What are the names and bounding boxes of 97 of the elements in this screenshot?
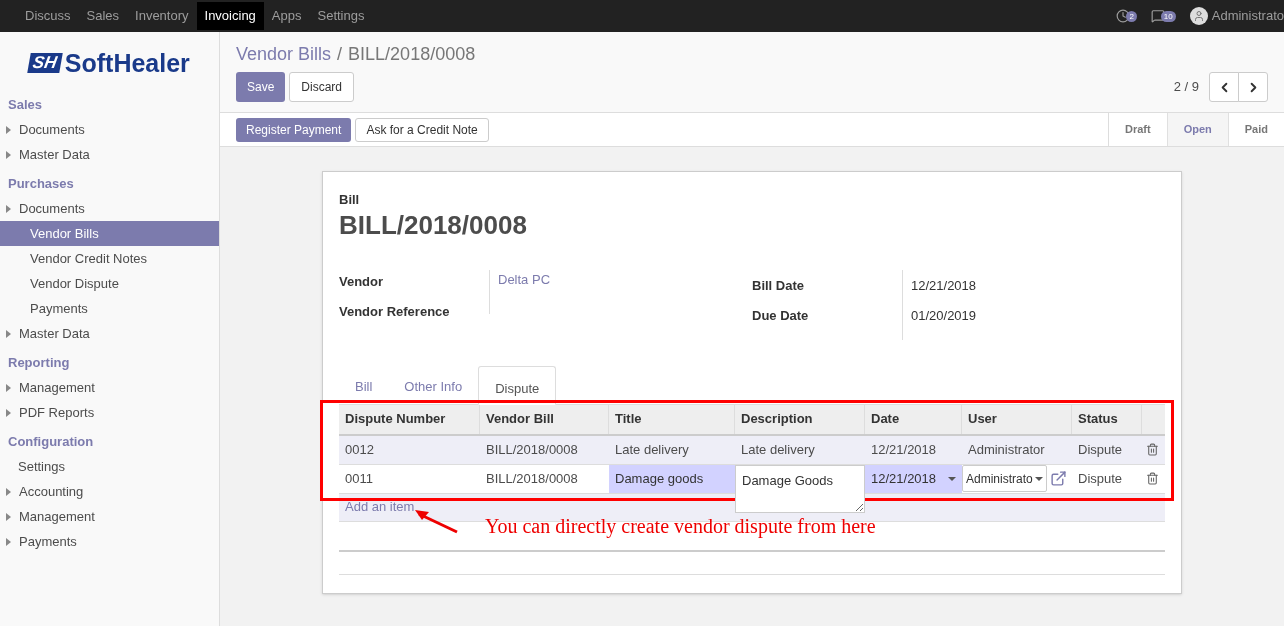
field-label: Vendor	[339, 272, 385, 291]
top-menu-item[interactable]: Invoicing	[196, 2, 264, 30]
notebook-tab[interactable]: Dispute	[478, 365, 557, 405]
status-step[interactable]: Paid	[1227, 113, 1284, 146]
avatar-icon	[1189, 7, 1208, 25]
annotation-text: You can directly create vendor dispute from here	[485, 514, 876, 540]
sidebar-section-title: Sales	[7, 95, 43, 114]
user-menu[interactable]: Administrato	[1211, 6, 1284, 26]
clock-icon	[1116, 9, 1131, 23]
table-cell-text: 0011	[344, 469, 374, 488]
top-menu-item[interactable]: Settings	[309, 2, 373, 30]
sidebar-item[interactable]: Vendor Bills	[0, 221, 219, 246]
sidebar-section-title: Purchases	[7, 174, 75, 193]
sidebar-section-title: Reporting	[7, 353, 71, 372]
arrow-icon	[413, 508, 459, 534]
column-header[interactable]: Status	[1072, 404, 1142, 434]
caret-icon	[6, 512, 11, 521]
bill-number: BILL/2018/0008	[339, 209, 528, 240]
add-item-link[interactable]: Add an item	[345, 497, 415, 517]
top-menu-item[interactable]: Apps	[263, 2, 310, 30]
sheet-label: Bill	[339, 191, 361, 209]
table-cell-text: BILL/2018/0008	[485, 469, 579, 488]
table-cell-text: Administrator	[967, 440, 1046, 459]
sidebar-item[interactable]: Settings	[0, 454, 219, 479]
status-step[interactable]: Open	[1166, 113, 1228, 146]
sidebar-item[interactable]: PDF Reports	[0, 400, 219, 425]
column-header[interactable]: Dispute Number	[339, 404, 480, 434]
caret-icon	[6, 487, 11, 496]
column-header[interactable]: Date	[865, 404, 962, 434]
sidebar-item[interactable]: Vendor Credit Notes	[0, 246, 219, 271]
column-header[interactable]: Title	[609, 404, 735, 434]
user-select[interactable]: Administrato	[962, 465, 1047, 492]
next-button[interactable]	[1238, 72, 1268, 102]
activity-badge: 2	[1126, 10, 1137, 22]
sidebar-item[interactable]: Documents	[0, 196, 219, 221]
caret-icon	[6, 329, 11, 338]
top-menu-item[interactable]: Sales	[78, 2, 128, 30]
sidebar-item[interactable]: Payments	[0, 529, 219, 554]
date-value: 01/20/2019	[911, 307, 977, 325]
table-cell-text: 12/21/2018	[870, 440, 938, 459]
logo-text: SoftHealer	[64, 49, 190, 77]
caret-down-icon	[948, 476, 956, 481]
top-menu-item[interactable]: Discuss	[17, 2, 79, 30]
caret-down-icon	[1034, 476, 1043, 481]
sidebar-item[interactable]: Accounting	[0, 479, 219, 504]
messages-badge: 10	[1160, 10, 1176, 22]
caret-icon	[6, 150, 11, 159]
activity-button[interactable]: 2	[1116, 9, 1137, 23]
discard-button[interactable]: Discard	[289, 72, 355, 102]
description-input[interactable]: Damage Goods	[735, 464, 865, 513]
status-step[interactable]: Draft	[1108, 113, 1167, 146]
table-cell-text: Dispute	[1077, 469, 1124, 488]
table-cell-text: Dispute	[1077, 440, 1124, 459]
trash-icon[interactable]	[1146, 472, 1159, 485]
logo-mark: SH	[27, 53, 63, 73]
sidebar-item[interactable]: Documents	[0, 117, 219, 142]
caret-icon	[6, 537, 11, 546]
column-header[interactable]: Vendor Bill	[480, 404, 609, 434]
messages-button[interactable]: 10	[1150, 9, 1176, 23]
field-label: Due Date	[752, 307, 810, 325]
caret-icon	[6, 408, 11, 417]
sidebar-item[interactable]: Master Data	[0, 321, 219, 346]
notebook-tab[interactable]: Bill	[339, 364, 389, 404]
column-header[interactable]: User	[962, 404, 1072, 434]
caret-icon	[6, 383, 11, 392]
notebook-tab[interactable]: Other Info	[388, 364, 479, 404]
sidebar-item[interactable]: Vendor Dispute	[0, 271, 219, 296]
table-cell-text: BILL/2018/0008	[485, 440, 579, 459]
save-button[interactable]: Save	[236, 72, 286, 102]
caret-icon	[6, 204, 11, 213]
table-cell-text: 0012	[344, 440, 375, 459]
field-label: Bill Date	[752, 276, 805, 295]
action-button[interactable]: Ask for a Credit Note	[355, 117, 489, 142]
date-input[interactable]: 12/21/2018	[865, 464, 962, 493]
vendor-link[interactable]: Delta PC	[498, 269, 551, 289]
breadcrumb-current: BILL/2018/0008	[348, 42, 476, 66]
title-input[interactable]: Damage goods	[609, 464, 735, 493]
column-header[interactable]: Description	[735, 404, 865, 434]
top-menu-item[interactable]: Inventory	[127, 2, 197, 30]
sidebar-section-title: Configuration	[7, 432, 95, 451]
sidebar-item[interactable]: Master Data	[0, 142, 219, 167]
chat-icon	[1150, 9, 1165, 23]
trash-icon[interactable]	[1146, 443, 1159, 456]
sidebar-item[interactable]: Management	[0, 375, 219, 400]
breadcrumb-link[interactable]: Vendor Bills	[236, 40, 332, 68]
previous-button[interactable]	[1209, 72, 1239, 102]
sidebar-item[interactable]: Payments	[0, 296, 219, 321]
external-link-icon[interactable]	[1049, 470, 1067, 487]
table-cell-text: Late delivery	[740, 440, 816, 459]
date-value: 12/21/2018	[911, 276, 977, 295]
breadcrumb-separator: /	[337, 42, 343, 66]
pager-value: 2 / 9	[1173, 78, 1199, 97]
action-button[interactable]: Register Payment	[236, 117, 352, 142]
caret-icon	[6, 125, 11, 134]
sidebar-item[interactable]: Management	[0, 504, 219, 529]
field-label: Vendor Reference	[339, 303, 451, 321]
table-cell-text: Late delivery	[614, 440, 690, 459]
